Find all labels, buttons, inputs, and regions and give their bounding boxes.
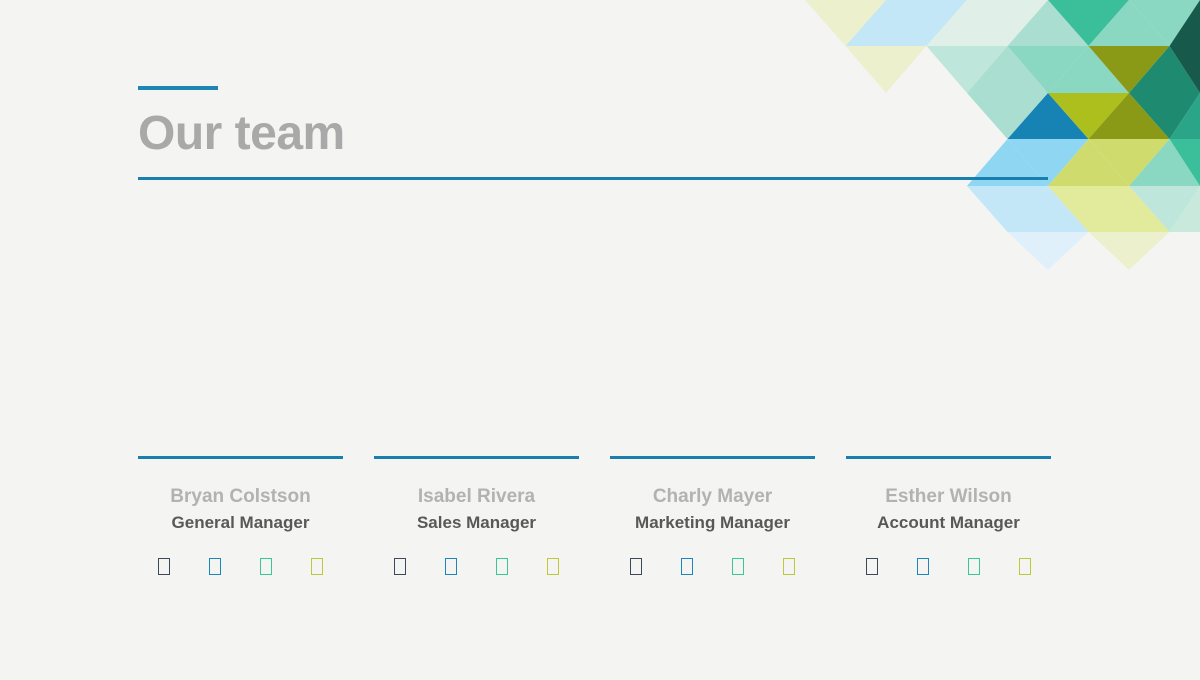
social-links-row [846,558,1051,576]
social-icon-4[interactable] [292,558,343,576]
social-icon-1[interactable] [846,558,897,576]
member-divider-rule [610,456,815,459]
page-title: Our team [138,107,345,160]
social-glyph-box [208,558,221,576]
member-role: Marketing Manager [635,512,790,532]
title-block: Our team [138,86,1048,180]
member-role: Sales Manager [416,512,537,532]
social-glyph-box [260,558,273,576]
social-glyph-box [916,558,929,576]
member-role: General Manager [171,512,310,532]
member-name: Charly Mayer [652,486,773,507]
social-icon-1[interactable] [138,558,189,576]
social-glyph-box [865,558,878,576]
social-glyph-box [496,558,509,576]
member-name: Isabel Rivera [417,486,536,507]
member-divider-rule [846,456,1051,459]
social-icon-2[interactable] [189,558,240,576]
social-glyph-box [629,558,642,576]
social-icon-2[interactable] [897,558,948,576]
social-glyph-box [1019,558,1032,576]
title-accent-bar [138,86,218,90]
social-icon-4[interactable] [1000,558,1051,576]
member-role: Account Manager [877,512,1020,532]
social-icon-3[interactable] [713,558,764,576]
team-member-card: Charly Mayer Marketing Manager [610,456,815,576]
social-icon-3[interactable] [949,558,1000,576]
social-links-row [374,558,579,576]
social-icon-3[interactable] [241,558,292,576]
social-icon-4[interactable] [528,558,579,576]
social-glyph-box [311,558,324,576]
team-member-card: Esther Wilson Account Manager [846,456,1051,576]
social-icon-2[interactable] [425,558,476,576]
social-icon-3[interactable] [477,558,528,576]
social-glyph-box [680,558,693,576]
social-glyph-box [393,558,406,576]
social-glyph-box [444,558,457,576]
social-links-row [610,558,815,576]
team-member-card: Isabel Rivera Sales Manager [374,456,579,576]
social-glyph-box [968,558,981,576]
social-glyph-box [157,558,170,576]
slide-canvas: Our team Bryan Colstson General Manager … [0,0,1200,680]
title-divider-rule [138,177,1048,180]
team-members-row: Bryan Colstson General Manager Isabel Ri… [138,456,1051,576]
social-icon-4[interactable] [764,558,815,576]
member-divider-rule [374,456,579,459]
social-glyph-box [783,558,796,576]
member-name: Esther Wilson [885,486,1012,507]
social-icon-2[interactable] [661,558,712,576]
social-links-row [138,558,343,576]
social-icon-1[interactable] [374,558,425,576]
member-divider-rule [138,456,343,459]
team-member-card: Bryan Colstson General Manager [138,456,343,576]
social-glyph-box [732,558,745,576]
social-icon-1[interactable] [610,558,661,576]
social-glyph-box [547,558,560,576]
member-name: Bryan Colstson [170,486,311,507]
